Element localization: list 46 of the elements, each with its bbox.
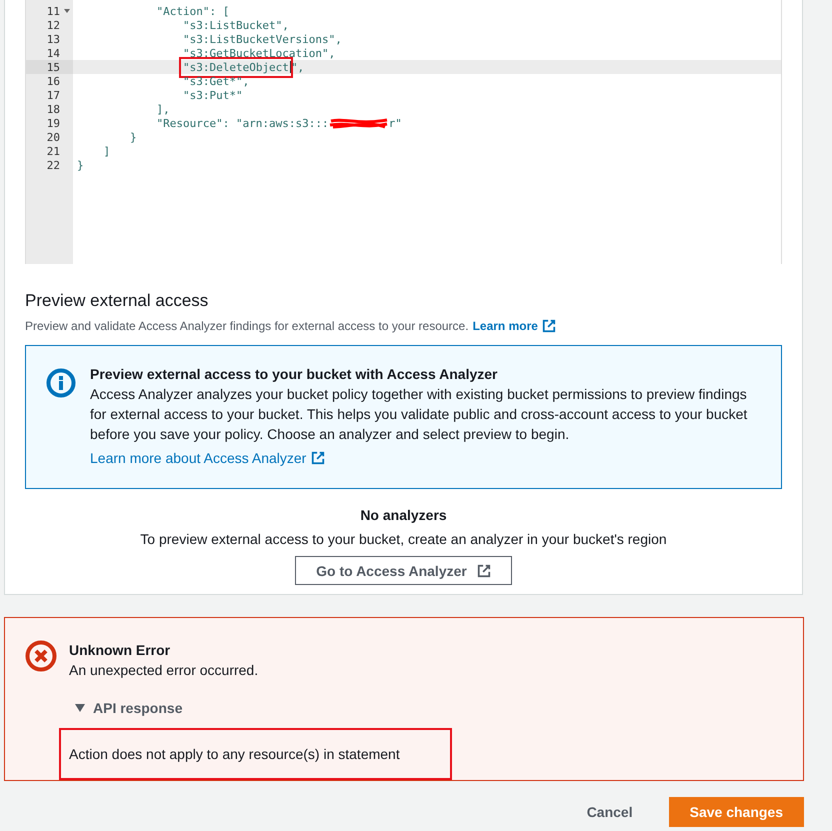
info-title: Preview external access to your bucket with Access Analyzer xyxy=(90,365,498,384)
fold-arrow-icon[interactable] xyxy=(64,9,70,13)
section-title: Preview external access xyxy=(25,291,210,311)
line-number: 11 xyxy=(46,4,60,18)
line-number: 18 xyxy=(46,102,60,116)
line-number: 21 xyxy=(46,144,60,158)
code-line: ], xyxy=(155,102,171,116)
line-number: 19 xyxy=(46,116,60,130)
access-analyzer-link[interactable]: Learn more about Access Analyzer xyxy=(90,448,306,468)
go-to-analyzer-button[interactable]: Go to Access Analyzer xyxy=(295,556,512,585)
code-line: "s3:ListBucket", xyxy=(182,18,290,32)
line-number: 12 xyxy=(46,18,60,32)
code-line: "Resource": "arn:aws:s3::: r" xyxy=(155,116,403,130)
code-line: "s3:ListBucketVersions", xyxy=(182,32,343,46)
code-line: } xyxy=(76,158,85,172)
text-cursor xyxy=(290,61,291,73)
info-text: Access Analyzer analyzes your bucket policy together with existing bucket permissions to preview findings for external access to your bucket. This helps you validate public and cross-account access to your bucket before you save your policy. Choose an analyzer and select preview to begin. xyxy=(90,385,748,444)
error-title: Unknown Error xyxy=(69,641,172,660)
line-number: 13 xyxy=(46,32,60,46)
code-line: "s3:Put*" xyxy=(182,88,244,102)
code-line: "s3:Get*", xyxy=(182,74,250,88)
code-line: "s3:GetBucketLocation", xyxy=(182,46,336,60)
redaction-scribble xyxy=(328,117,389,129)
empty-state-title: No analyzers xyxy=(360,507,447,523)
line-number: 16 xyxy=(46,74,60,88)
section-description: Preview and validate Access Analyzer findings for external access to your resource. xyxy=(25,319,469,333)
info-icon xyxy=(46,368,76,398)
api-response-toggle[interactable]: API response xyxy=(69,700,182,716)
code-line: ] xyxy=(102,144,112,158)
caret-icon xyxy=(75,704,85,712)
learn-more-link[interactable]: Learn more xyxy=(472,319,538,333)
empty-state-text: To preview external access to your bucket, create an analyzer in your bucket's region xyxy=(140,531,667,547)
line-number: 14 xyxy=(46,46,60,60)
error-message: An unexpected error occurred. xyxy=(69,661,260,680)
line-number: 20 xyxy=(46,130,60,144)
cancel-button[interactable]: Cancel xyxy=(564,797,655,827)
line-number: 17 xyxy=(46,88,60,102)
external-link-icon xyxy=(542,319,556,333)
error-icon xyxy=(25,640,57,672)
external-link-icon xyxy=(476,564,491,578)
code-line: } xyxy=(128,130,138,144)
line-number: 22 xyxy=(46,158,60,172)
code-line: "Action": [ xyxy=(155,4,230,18)
external-link-icon xyxy=(311,451,326,465)
api-response-text: Action does not apply to any resource(s) in statement xyxy=(61,730,450,778)
line-number: 15 xyxy=(46,60,60,74)
